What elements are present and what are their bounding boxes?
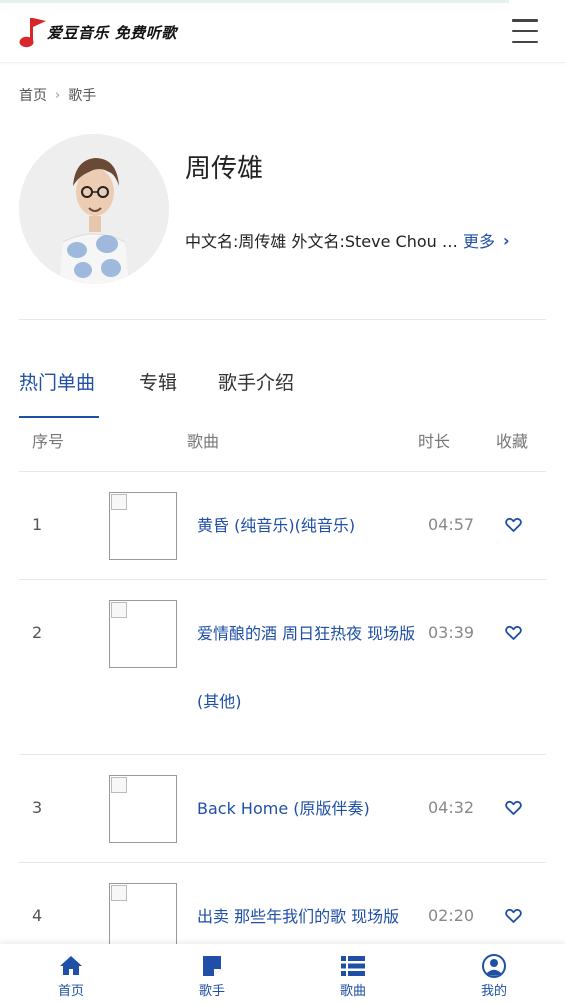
chevron-right-icon: › <box>55 87 61 103</box>
nav-home[interactable]: 首页 <box>41 954 101 999</box>
song-duration: 04:32 <box>428 798 475 817</box>
song-title[interactable]: Back Home (原版伴奏) <box>197 775 419 843</box>
more-label: 更多 <box>463 232 496 251</box>
row-index: 2 <box>32 623 43 642</box>
nav-home-label: 首页 <box>57 984 84 999</box>
top-bar: 爱豆音乐 免费听歌 <box>0 0 565 63</box>
header-duration: 时长 <box>418 432 451 451</box>
menu-button[interactable] <box>512 19 540 43</box>
breadcrumb-current[interactable]: 歌手 <box>68 85 96 105</box>
breadcrumb-home[interactable]: 首页 <box>19 85 47 105</box>
heart-icon[interactable] <box>505 908 522 924</box>
nav-mine-label: 我的 <box>480 984 507 999</box>
home-icon <box>60 956 82 975</box>
table-row[interactable]: 2 爱情酿的酒 周日狂热夜 现场版(其他) 03:39 <box>19 580 546 755</box>
broken-image-icon <box>111 885 127 901</box>
table-row[interactable]: 1 黄昏 (纯音乐)(纯音乐) 04:57 <box>19 472 546 580</box>
song-cover[interactable] <box>109 600 177 668</box>
table-row[interactable]: 4 出卖 那些年我们的歌 现场版 02:20 <box>19 863 546 951</box>
section-divider <box>19 319 546 320</box>
song-duration: 03:39 <box>428 623 475 642</box>
tab-bar: 热门单曲 专辑 歌手介绍 <box>19 368 546 418</box>
tab-albums[interactable]: 专辑 <box>139 368 177 395</box>
header-favorite: 收藏 <box>496 432 529 451</box>
song-cover[interactable] <box>109 883 177 951</box>
tab-hot-songs[interactable]: 热门单曲 <box>19 368 95 395</box>
bottom-nav: 首页 歌手 歌曲 我的 <box>0 944 565 1004</box>
nav-songs[interactable]: 歌曲 <box>323 954 383 999</box>
song-cover[interactable] <box>109 775 177 843</box>
table-header: 序号 歌曲 时长 收藏 <box>19 418 546 472</box>
singer-avatar <box>19 134 169 284</box>
breadcrumb: 首页 › 歌手 <box>19 85 96 105</box>
heart-icon[interactable] <box>505 517 522 533</box>
user-icon <box>482 954 506 978</box>
song-title[interactable]: 爱情酿的酒 周日狂热夜 现场版(其他) <box>197 600 419 736</box>
chevron-right-icon: › <box>503 230 510 250</box>
table-row[interactable]: 3 Back Home (原版伴奏) 04:32 <box>19 755 546 863</box>
row-index: 3 <box>32 798 43 817</box>
song-title[interactable]: 出卖 那些年我们的歌 现场版 <box>197 883 419 951</box>
nav-songs-label: 歌曲 <box>339 984 366 999</box>
song-list-icon <box>341 956 365 976</box>
hamburger-menu-icon <box>512 19 538 22</box>
song-duration: 02:20 <box>428 906 475 925</box>
nav-singer-label: 歌手 <box>198 984 225 999</box>
row-index: 4 <box>32 906 43 925</box>
nav-singer[interactable]: 歌手 <box>182 954 242 999</box>
logo-text: 爱豆音乐 免费听歌 <box>47 23 177 42</box>
header-song: 歌曲 <box>187 432 220 451</box>
broken-image-icon <box>111 602 127 618</box>
header-index: 序号 <box>32 432 65 451</box>
site-logo[interactable]: 爱豆音乐 免费听歌 <box>18 15 177 49</box>
song-title[interactable]: 黄昏 (纯音乐)(纯音乐) <box>197 492 419 560</box>
singer-meta: 中文名:周传雄 外文名:Steve Chou 出生日期 <box>185 232 460 251</box>
song-duration: 04:57 <box>428 515 475 534</box>
nav-mine[interactable]: 我的 <box>464 954 524 999</box>
heart-icon[interactable] <box>505 625 522 641</box>
more-info-link[interactable]: 更多 › <box>463 228 510 252</box>
tab-singer-intro[interactable]: 歌手介绍 <box>218 368 294 395</box>
music-note-flag-icon <box>19 18 46 48</box>
song-cover[interactable] <box>109 492 177 560</box>
row-index: 1 <box>32 515 43 534</box>
broken-image-icon <box>111 777 127 793</box>
broken-image-icon <box>111 494 127 510</box>
singer-icon <box>203 956 221 976</box>
singer-name: 周传雄 <box>185 154 264 184</box>
heart-icon[interactable] <box>505 800 522 816</box>
